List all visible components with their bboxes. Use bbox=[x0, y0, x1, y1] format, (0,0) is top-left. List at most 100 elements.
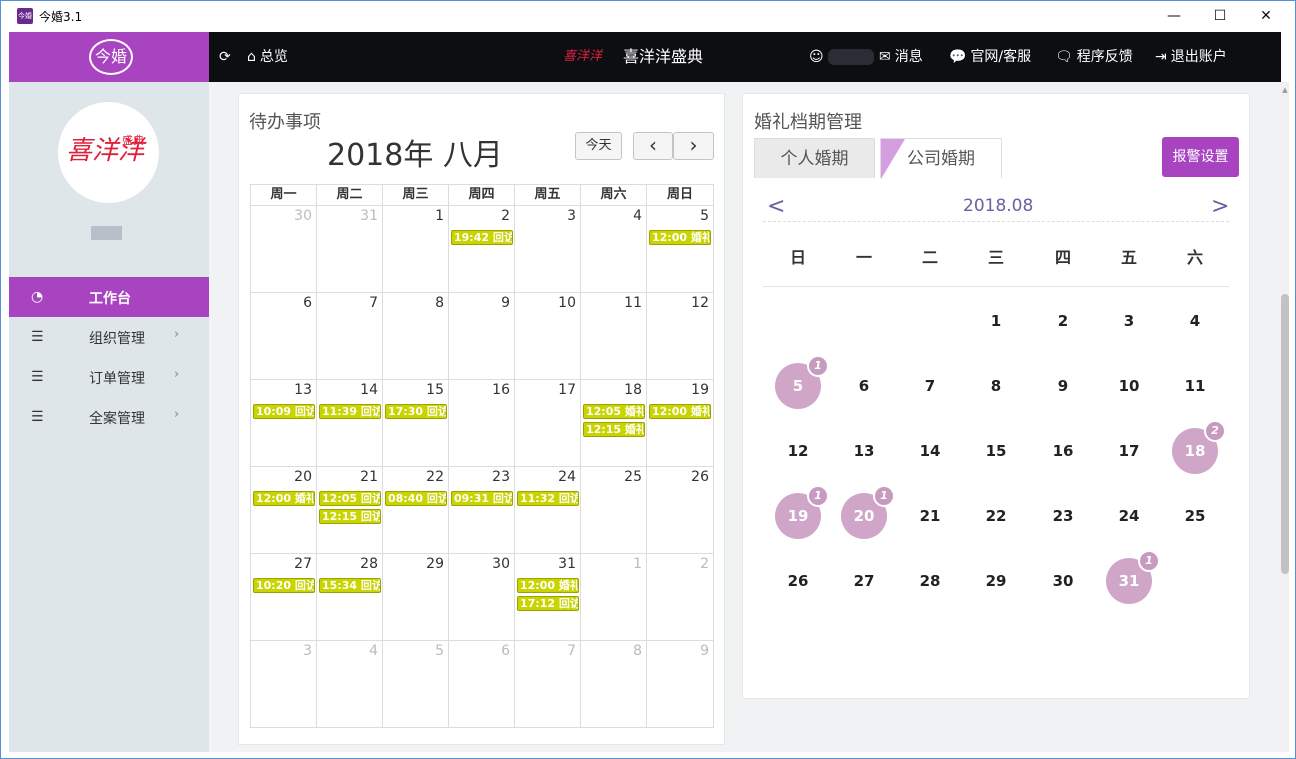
day-cell[interactable]: 21 12:05 回访 12:15 回访 bbox=[317, 467, 383, 554]
schedule-day[interactable]: 9 bbox=[1040, 363, 1086, 409]
schedule-day[interactable]: 1 bbox=[973, 298, 1019, 344]
maximize-button[interactable]: ☐ bbox=[1197, 1, 1243, 31]
day-cell[interactable]: 4 bbox=[317, 641, 383, 728]
calendar-event[interactable]: 12:05 婚礼 bbox=[583, 404, 645, 419]
calendar-event[interactable]: 12:00 婚礼 bbox=[517, 578, 579, 593]
day-cell[interactable]: 7 bbox=[515, 641, 581, 728]
day-cell[interactable]: 29 bbox=[383, 554, 449, 641]
scroll-up-icon[interactable]: ▲ bbox=[1281, 86, 1289, 94]
prev-month-button[interactable]: ‹ bbox=[633, 132, 673, 160]
day-cell[interactable]: 6 bbox=[449, 641, 515, 728]
calendar-event[interactable]: 15:34 回访 bbox=[319, 578, 381, 593]
schedule-day[interactable]: 3 bbox=[1106, 298, 1152, 344]
tab-company[interactable]: 公司婚期 bbox=[880, 138, 1002, 179]
schedule-day[interactable]: 28 bbox=[907, 558, 953, 604]
schedule-day[interactable]: 6 bbox=[841, 363, 887, 409]
alert-settings-button[interactable]: 报警设置 bbox=[1162, 137, 1239, 177]
calendar-event[interactable]: 17:12 回访 bbox=[517, 596, 579, 611]
day-cell[interactable]: 2 19:42 回访 bbox=[449, 206, 515, 293]
day-cell[interactable]: 16 bbox=[449, 380, 515, 467]
refresh-button[interactable]: ⟳ bbox=[219, 32, 235, 82]
day-cell[interactable]: 6 bbox=[250, 293, 317, 380]
day-cell[interactable]: 15 17:30 回访 bbox=[383, 380, 449, 467]
day-cell[interactable]: 4 bbox=[581, 206, 647, 293]
schedule-day[interactable]: 17 bbox=[1106, 428, 1152, 474]
schedule-day[interactable]: 25 bbox=[1172, 493, 1218, 539]
calendar-event[interactable]: 10:09 回访 bbox=[253, 404, 315, 419]
schedule-day[interactable]: 16 bbox=[1040, 428, 1086, 474]
sidebar-item-organization[interactable]: ☰ 组织管理 › bbox=[9, 317, 209, 357]
schedule-day-booked[interactable]: 31 1 bbox=[1106, 550, 1160, 604]
calendar-event[interactable]: 17:30 回访 bbox=[385, 404, 447, 419]
website-button[interactable]: 💬 官网/客服 bbox=[949, 32, 1031, 82]
day-cell[interactable]: 28 15:34 回访 bbox=[317, 554, 383, 641]
schedule-day[interactable]: 11 bbox=[1172, 363, 1218, 409]
day-cell[interactable]: 1 bbox=[581, 554, 647, 641]
schedule-day[interactable]: 12 bbox=[775, 428, 821, 474]
schedule-day[interactable]: 2 bbox=[1040, 298, 1086, 344]
schedule-day[interactable]: 4 bbox=[1172, 298, 1218, 344]
calendar-event[interactable]: 09:31 回访 bbox=[451, 491, 513, 506]
schedule-day[interactable]: 30 bbox=[1040, 558, 1086, 604]
sidebar-item-workbench[interactable]: ◔ 工作台 bbox=[9, 277, 209, 317]
day-cell[interactable]: 14 11:39 回访 bbox=[317, 380, 383, 467]
today-button[interactable]: 今天 bbox=[575, 132, 622, 160]
day-cell[interactable]: 7 bbox=[317, 293, 383, 380]
day-cell[interactable]: 20 12:00 婚礼 bbox=[250, 467, 317, 554]
day-cell[interactable]: 2 bbox=[647, 554, 714, 641]
calendar-event[interactable]: 08:40 回访 bbox=[385, 491, 447, 506]
calendar-event[interactable]: 12:00 婚礼 bbox=[649, 404, 711, 419]
schedule-day-booked[interactable]: 19 1 bbox=[775, 485, 829, 539]
day-cell[interactable]: 11 bbox=[581, 293, 647, 380]
schedule-day[interactable]: 15 bbox=[973, 428, 1019, 474]
schedule-day[interactable]: 21 bbox=[907, 493, 953, 539]
day-cell[interactable]: 30 bbox=[449, 554, 515, 641]
day-cell[interactable]: 17 bbox=[515, 380, 581, 467]
schedule-day[interactable]: 7 bbox=[907, 363, 953, 409]
messages-button[interactable]: ✉ 消息 bbox=[879, 32, 923, 82]
schedule-day[interactable]: 13 bbox=[841, 428, 887, 474]
schedule-day[interactable]: 24 bbox=[1106, 493, 1152, 539]
calendar-event[interactable]: 19:42 回访 bbox=[451, 230, 513, 245]
user-menu[interactable]: ☺ bbox=[809, 32, 874, 82]
day-cell[interactable]: 13 10:09 回访 bbox=[250, 380, 317, 467]
day-cell[interactable]: 8 bbox=[581, 641, 647, 728]
schedule-day[interactable]: 23 bbox=[1040, 493, 1086, 539]
next-month-button[interactable]: › bbox=[673, 132, 714, 160]
day-cell[interactable]: 25 bbox=[581, 467, 647, 554]
schedule-day[interactable]: 8 bbox=[973, 363, 1019, 409]
calendar-event[interactable]: 10:20 回访 bbox=[253, 578, 315, 593]
day-cell[interactable]: 9 bbox=[647, 641, 714, 728]
day-cell[interactable]: 18 12:05 婚礼 12:15 婚礼 bbox=[581, 380, 647, 467]
day-cell[interactable]: 3 bbox=[515, 206, 581, 293]
day-cell[interactable]: 12 bbox=[647, 293, 714, 380]
scrollbar-thumb[interactable] bbox=[1281, 294, 1289, 574]
day-cell[interactable]: 27 10:20 回访 bbox=[250, 554, 317, 641]
day-cell[interactable]: 31 12:00 婚礼 17:12 回访 bbox=[515, 554, 581, 641]
title-bar[interactable]: 今婚 今婚3.1 — ☐ ✕ bbox=[1, 1, 1295, 31]
close-button[interactable]: ✕ bbox=[1243, 1, 1289, 31]
day-cell[interactable]: 31 bbox=[317, 206, 383, 293]
avatar[interactable]: 喜洋洋 盛典 bbox=[58, 102, 159, 203]
home-button[interactable]: ⌂ 总览 bbox=[247, 32, 288, 82]
day-cell[interactable]: 5 bbox=[383, 641, 449, 728]
logo-block[interactable]: 今婚 bbox=[9, 32, 209, 82]
schedule-day-booked[interactable]: 20 1 bbox=[841, 485, 895, 539]
next-month-arrow[interactable]: > bbox=[1211, 194, 1229, 219]
schedule-day-booked[interactable]: 51 bbox=[775, 355, 829, 409]
day-cell[interactable]: 23 09:31 回访 bbox=[449, 467, 515, 554]
day-cell[interactable]: 3 bbox=[250, 641, 317, 728]
calendar-event[interactable]: 11:39 回访 bbox=[319, 404, 381, 419]
calendar-event[interactable]: 12:15 回访 bbox=[319, 509, 381, 524]
day-cell[interactable]: 30 bbox=[250, 206, 317, 293]
schedule-day[interactable]: 27 bbox=[841, 558, 887, 604]
minimize-button[interactable]: — bbox=[1151, 1, 1197, 31]
day-cell[interactable]: 10 bbox=[515, 293, 581, 380]
day-cell[interactable]: 1 bbox=[383, 206, 449, 293]
day-cell[interactable]: 5 12:00 婚礼 bbox=[647, 206, 714, 293]
sidebar-item-orders[interactable]: ☰ 订单管理 › bbox=[9, 357, 209, 397]
day-cell[interactable]: 24 11:32 回访 bbox=[515, 467, 581, 554]
schedule-day[interactable]: 22 bbox=[973, 493, 1019, 539]
day-cell[interactable]: 19 12:00 婚礼 bbox=[647, 380, 714, 467]
logout-button[interactable]: ⇥ 退出账户 bbox=[1155, 32, 1227, 82]
